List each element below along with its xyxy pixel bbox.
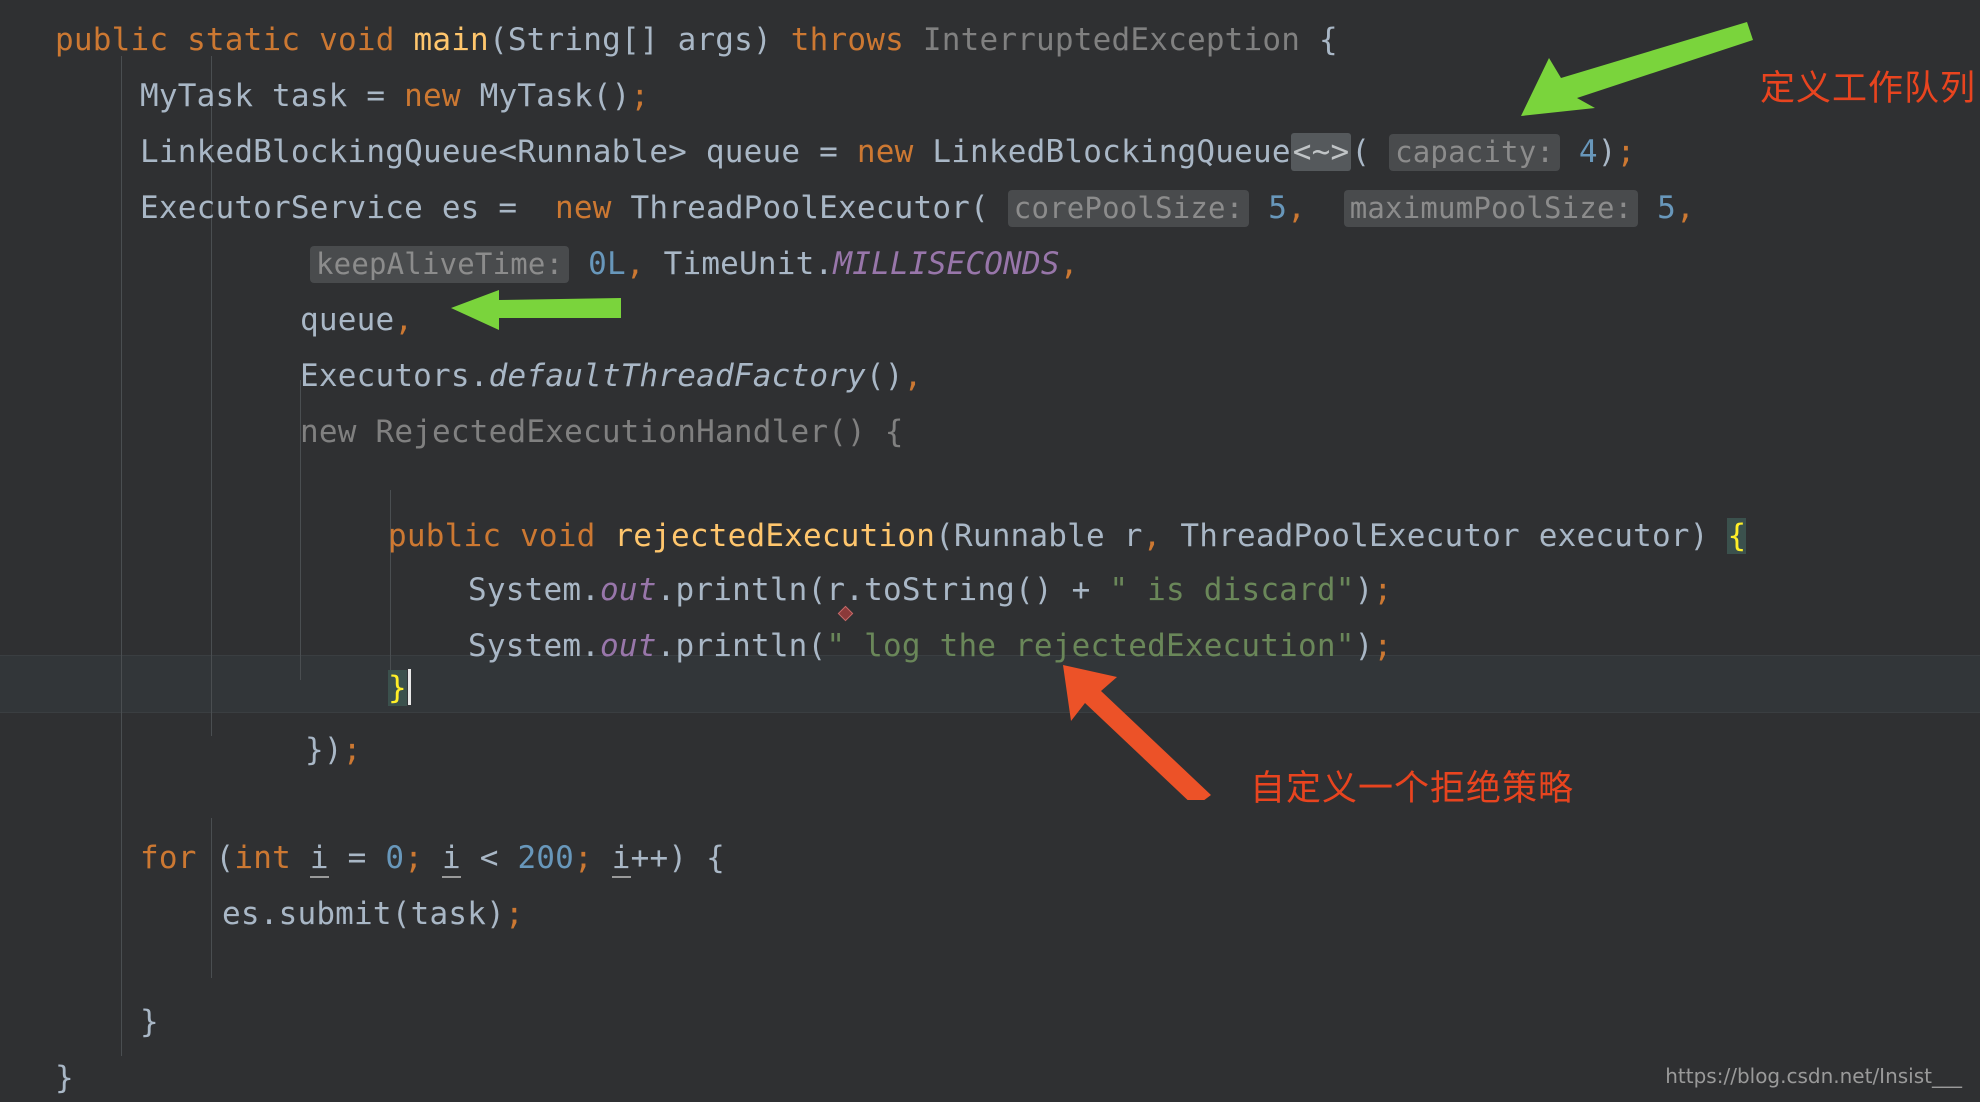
inlay-hint-keepalivetime: keepAliveTime: (310, 246, 570, 283)
text-caret (407, 669, 411, 705)
code-line-10[interactable]: public void rejectedExecution(Runnable r… (388, 508, 1980, 564)
arrow-to-queue-capacity (1521, 22, 1753, 116)
arrow-to-queue-param (451, 290, 621, 330)
note-work-queue: 定义工作队列 (1760, 69, 1977, 109)
note-reject-policy: 自定义一个拒绝策略 (1250, 769, 1575, 809)
code-line-17[interactable]: es.submit(task); (222, 886, 1980, 942)
code-line-7[interactable]: Executors.defaultThreadFactory(), (300, 348, 1980, 404)
code-line-4[interactable]: ExecutorService es = new ThreadPoolExecu… (140, 180, 1980, 236)
code-line-16[interactable]: for (int i = 0; i < 200; i++) { (140, 830, 1980, 886)
inlay-hint-capacity: capacity: (1389, 134, 1561, 171)
matched-brace[interactable]: } (388, 670, 407, 706)
inlay-hint-corepoolsize: corePoolSize: (1007, 190, 1250, 227)
code-line-5[interactable]: keepAliveTime: 0L, TimeUnit.MILLISECONDS… (310, 236, 1980, 292)
folded-generic-token[interactable]: <~> (1290, 133, 1352, 171)
inlay-hint-maximumpoolsize: maximumPoolSize: (1343, 190, 1639, 227)
code-line-19[interactable]: } (140, 994, 1980, 1050)
watermark: https://blog.csdn.net/Insist___ (1665, 1064, 1962, 1088)
code-editor-screenshot: public static void main(String[] args) t… (0, 0, 1980, 1102)
code-line-11[interactable]: System.out.println(r.toString() + " is d… (468, 562, 1980, 618)
arrow-to-reject-handler (1063, 665, 1211, 800)
code-lines[interactable]: public static void main(String[] args) t… (0, 0, 1980, 1102)
code-line-8[interactable]: new RejectedExecutionHandler() { (300, 404, 1980, 460)
code-line-3[interactable]: LinkedBlockingQueue<Runnable> queue = ne… (140, 124, 1980, 180)
